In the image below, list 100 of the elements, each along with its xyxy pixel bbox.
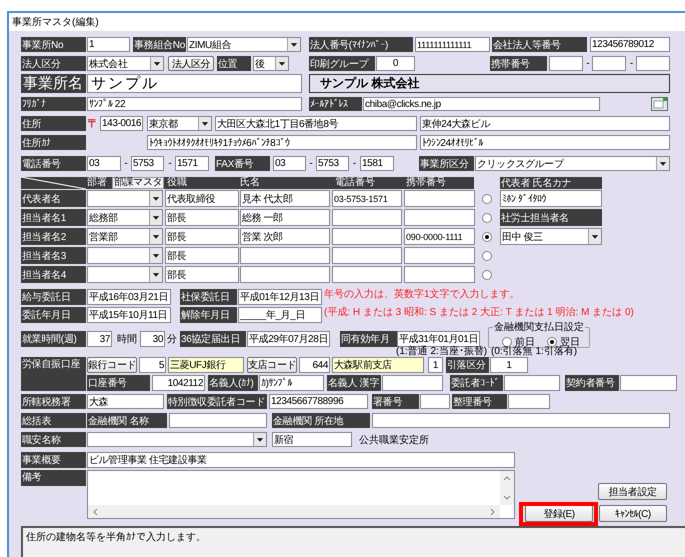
input-field[interactable]: 部長 bbox=[165, 209, 239, 226]
input-field[interactable] bbox=[332, 247, 402, 264]
input-field[interactable] bbox=[504, 375, 560, 391]
input-field[interactable]: 部長 bbox=[165, 228, 239, 245]
input-field[interactable]: 大森 bbox=[87, 394, 164, 409]
input-field[interactable] bbox=[404, 209, 475, 226]
dropdown[interactable]: 総務部 bbox=[87, 209, 163, 226]
input-field[interactable]: 12345667788996 bbox=[269, 394, 368, 409]
input-field[interactable]: chiba@clicks.ne.jp bbox=[363, 97, 600, 111]
field-label: 会社法人等番号 bbox=[492, 37, 587, 52]
input-field[interactable]: 5 bbox=[139, 357, 166, 373]
remarks-field[interactable] bbox=[87, 470, 515, 519]
dropdown[interactable]: 株式会社 bbox=[87, 56, 164, 71]
field-label: 引落区分 bbox=[446, 357, 489, 373]
input-field[interactable]: 03 bbox=[87, 156, 121, 171]
input-field[interactable]: 平成16年03月21日 bbox=[87, 289, 171, 305]
dropdown[interactable]: クリックスグループ bbox=[475, 156, 670, 171]
radio-button[interactable] bbox=[482, 212, 492, 222]
input-field[interactable]: ﾄｳｷｮｳﾄｵｵﾀｸｵｵﾓﾘｷﾀ1ﾁｮｳﾒ6ﾊﾞﾝﾁ8ｺﾞｳ bbox=[147, 135, 417, 150]
input-field[interactable]: 1042112 bbox=[152, 375, 205, 391]
dropdown[interactable]: 後 bbox=[253, 56, 289, 71]
input-field[interactable] bbox=[420, 394, 450, 409]
form-button[interactable]: 支店コード bbox=[247, 357, 297, 373]
input-field[interactable]: 新宿 bbox=[272, 432, 352, 447]
input-field[interactable] bbox=[508, 394, 550, 409]
input-field[interactable]: 1571 bbox=[175, 156, 209, 171]
dropdown[interactable] bbox=[87, 432, 267, 447]
input-field[interactable]: 見本 代太郎 bbox=[240, 190, 330, 207]
input-field[interactable]: 平成31年01月01日 bbox=[397, 331, 480, 347]
input-field[interactable]: 5753 bbox=[316, 156, 349, 171]
input-field[interactable] bbox=[404, 190, 475, 207]
input-field[interactable] bbox=[240, 266, 330, 283]
input-field[interactable] bbox=[169, 413, 267, 428]
input-field[interactable] bbox=[332, 266, 402, 283]
input-field[interactable]: 03-5753-1571 bbox=[332, 190, 402, 207]
input-field[interactable]: ﾄｳｼﾝ24ｵｵﾓﾘﾋﾞﾙ bbox=[420, 135, 670, 150]
input-field[interactable]: ｶ)ｻﾝﾌﾟﾙ bbox=[259, 375, 324, 391]
input-field[interactable]: 644 bbox=[299, 357, 330, 373]
dropdown[interactable]: 東京都 bbox=[147, 116, 212, 131]
input-field[interactable]: ｻﾝﾌﾟﾙ 22 bbox=[87, 97, 302, 111]
input-field[interactable] bbox=[332, 209, 402, 226]
form-button[interactable]: 銀行コード bbox=[87, 357, 137, 373]
input-field[interactable]: 1581 bbox=[360, 156, 394, 171]
input-field[interactable]: サンプル bbox=[87, 74, 302, 93]
lookup-field[interactable]: 大森駅前支店 bbox=[332, 357, 424, 373]
dropdown[interactable]: ZIMU組合 bbox=[187, 37, 301, 52]
caret-icon bbox=[149, 267, 162, 282]
input-field[interactable]: _____年_月_日 bbox=[238, 307, 322, 323]
input-field[interactable]: 平成29年07月28日 bbox=[247, 331, 330, 347]
form-button[interactable]: 登録(E) bbox=[525, 505, 593, 522]
input-field[interactable]: 143-0016 bbox=[100, 116, 143, 131]
input-field[interactable]: 0 bbox=[376, 56, 415, 71]
input-field[interactable]: 03 bbox=[273, 156, 306, 171]
input-field[interactable] bbox=[382, 375, 443, 391]
input-field[interactable]: 5753 bbox=[131, 156, 164, 171]
dropdown[interactable] bbox=[87, 266, 163, 283]
input-field[interactable]: 123456789012 bbox=[590, 37, 670, 52]
input-field[interactable]: ビル管理事業 住宅建設事業 bbox=[87, 452, 515, 468]
input-field[interactable]: 営業 次郎 bbox=[240, 228, 330, 245]
input-field[interactable] bbox=[240, 247, 330, 264]
radio-button[interactable] bbox=[482, 232, 492, 242]
input-field[interactable]: 代表取締役 bbox=[165, 190, 239, 207]
form-button[interactable]: ｷｬﾝｾﾙ(C) bbox=[599, 505, 667, 522]
input-field[interactable]: 1 bbox=[490, 357, 528, 373]
input-field[interactable]: 1 bbox=[428, 357, 443, 373]
dropdown[interactable] bbox=[87, 247, 163, 264]
input-field[interactable] bbox=[404, 247, 475, 264]
department-master-button[interactable]: 部課マスタ bbox=[112, 177, 164, 189]
input-field[interactable]: 平成15年10月11日 bbox=[87, 307, 171, 323]
input-field[interactable] bbox=[592, 56, 626, 71]
input-field[interactable]: 総務 一郎 bbox=[240, 209, 330, 226]
input-field[interactable]: 37 bbox=[87, 331, 112, 347]
form-button[interactable]: 法人区分 bbox=[168, 56, 214, 71]
input-field[interactable] bbox=[549, 56, 583, 71]
dropdown[interactable] bbox=[87, 190, 163, 207]
input-field[interactable]: 大田区大森北1丁目6番地8号 bbox=[215, 116, 417, 131]
dropdown[interactable]: 田中 俊三 bbox=[500, 228, 602, 245]
input-field[interactable]: 1111111111111 bbox=[415, 37, 490, 52]
radio-button[interactable] bbox=[482, 250, 492, 260]
radio-button[interactable] bbox=[482, 270, 492, 280]
input-field[interactable]: 30 bbox=[140, 331, 165, 347]
input-field[interactable]: 090-0000-1111 bbox=[404, 228, 475, 245]
input-field[interactable]: 部長 bbox=[165, 247, 239, 264]
input-field[interactable] bbox=[404, 266, 475, 283]
input-field[interactable]: 平成01年12月13日 bbox=[238, 289, 322, 305]
lookup-field[interactable]: 三菱UFJ銀行 bbox=[168, 357, 244, 373]
input-field[interactable]: ﾐﾎﾝ ﾀﾞｲﾀﾛｳ bbox=[500, 190, 602, 207]
input-field[interactable]: 東伸24大森ビル bbox=[420, 116, 670, 131]
form-button[interactable]: 担当者設定 bbox=[598, 483, 667, 500]
field-label: 位置 bbox=[217, 56, 251, 71]
input-field[interactable] bbox=[372, 413, 670, 428]
field-label: 所轄税務署 bbox=[21, 394, 86, 409]
input-field[interactable]: 1 bbox=[87, 37, 130, 52]
input-field[interactable]: 部長 bbox=[165, 266, 239, 283]
radio-button[interactable] bbox=[482, 194, 492, 204]
form-text: - bbox=[352, 157, 358, 171]
input-field[interactable] bbox=[636, 56, 670, 71]
dropdown[interactable]: 営業部 bbox=[87, 228, 163, 245]
input-field[interactable] bbox=[620, 375, 677, 391]
input-field[interactable] bbox=[332, 228, 402, 245]
